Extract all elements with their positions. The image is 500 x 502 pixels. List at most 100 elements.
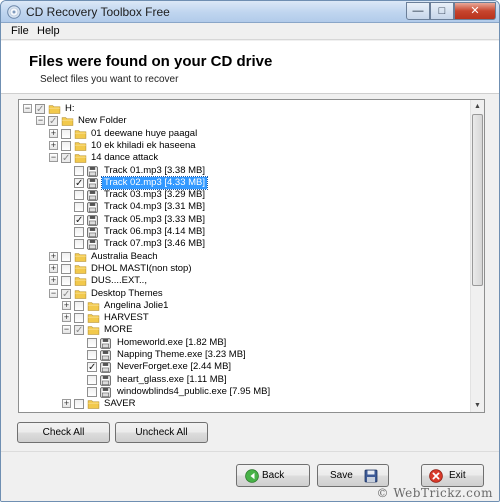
collapse-toggle[interactable]: − bbox=[36, 116, 45, 126]
menu-help[interactable]: Help bbox=[37, 25, 60, 37]
tree-checkbox[interactable]: ✓ bbox=[74, 177, 84, 188]
scroll-thumb[interactable] bbox=[472, 114, 483, 286]
file-disk-icon bbox=[87, 215, 98, 226]
tree-checkbox[interactable] bbox=[74, 190, 84, 201]
tree-file-row[interactable]: windowblinds4_public.exe [7.95 MB] bbox=[19, 386, 469, 398]
file-tree[interactable]: + SAVER windowblinds4_public.exe [7.95 MB]… bbox=[18, 99, 485, 413]
folder-icon bbox=[74, 142, 87, 151]
tree-file-row[interactable]: ✓ NeverForget.exe [2.44 MB] bbox=[19, 361, 469, 373]
tree-checkbox[interactable] bbox=[74, 239, 84, 250]
tree-checkbox[interactable] bbox=[74, 313, 84, 324]
tree-checkbox[interactable] bbox=[74, 165, 84, 176]
save-button-label: Save bbox=[330, 470, 353, 481]
scroll-up-button[interactable]: ▲ bbox=[471, 100, 484, 113]
collapse-toggle[interactable]: − bbox=[49, 288, 58, 298]
tree-checkbox[interactable] bbox=[74, 202, 84, 213]
expand-toggle[interactable]: + bbox=[49, 128, 58, 138]
tree-item-label: 14 dance attack bbox=[91, 152, 159, 164]
tree-file-row[interactable]: Track 01.mp3 [3.38 MB] bbox=[19, 165, 469, 177]
tree-checkbox[interactable] bbox=[74, 399, 84, 410]
folder-icon bbox=[74, 252, 87, 262]
expand-toggle[interactable]: + bbox=[49, 263, 58, 273]
tree-checkbox[interactable]: ✓ bbox=[48, 116, 58, 127]
expand-toggle[interactable]: + bbox=[62, 399, 71, 409]
tree-folder-row[interactable]: + SAVER bbox=[19, 398, 469, 410]
vertical-scrollbar[interactable]: ▲ ▼ bbox=[470, 100, 484, 412]
tree-checkbox[interactable] bbox=[61, 128, 71, 139]
tree-checkbox[interactable] bbox=[87, 374, 97, 385]
save-button[interactable]: Save bbox=[317, 464, 389, 487]
file-disk-icon bbox=[100, 374, 111, 386]
tree-folder-row[interactable]: +10 ek khiladi ek haseena bbox=[19, 140, 469, 152]
tree-folder-row[interactable]: +01 deewane huye paagal bbox=[19, 128, 469, 140]
tree-file-row[interactable]: ✓ Track 05.mp3 [3.33 MB] bbox=[19, 214, 469, 226]
tree-file-row[interactable]: Homeworld.exe [1.82 MB] bbox=[19, 337, 469, 349]
close-button[interactable]: ✕ bbox=[454, 2, 496, 20]
collapse-toggle[interactable]: − bbox=[23, 104, 32, 113]
tree-folder-row[interactable]: − ✓ 14 dance attack bbox=[19, 152, 469, 164]
folder-icon bbox=[87, 326, 100, 336]
tree-folder-row[interactable]: − ✓ H: bbox=[19, 103, 469, 115]
file-disk-icon bbox=[87, 178, 98, 189]
tree-item-label: Track 02.mp3 [4.33 MB] bbox=[100, 175, 209, 190]
uncheck-all-button[interactable]: Uncheck All bbox=[115, 422, 208, 443]
file-disk-icon bbox=[100, 387, 111, 398]
tree-checkbox[interactable]: ✓ bbox=[61, 288, 71, 299]
tree-item-label: heart_glass.exe [1.11 MB] bbox=[117, 373, 227, 385]
tree-item-label: Napping Theme.exe [3.23 MB] bbox=[117, 349, 246, 360]
tree-file-row[interactable]: Napping Theme.exe [3.23 MB] bbox=[19, 349, 469, 361]
tree-file-row[interactable]: ✓ Track 02.mp3 [4.33 MB] bbox=[19, 175, 469, 190]
tree-folder-row[interactable]: + Australia Beach bbox=[19, 251, 469, 263]
exit-icon bbox=[429, 469, 443, 483]
collapse-toggle[interactable]: − bbox=[62, 325, 71, 335]
tree-item-label: MORE bbox=[104, 324, 133, 336]
tree-checkbox[interactable] bbox=[87, 350, 97, 360]
tree-file-row[interactable]: Track 06.mp3 [4.14 MB] bbox=[19, 226, 469, 238]
tree-checkbox[interactable]: ✓ bbox=[87, 362, 97, 373]
file-disk-icon bbox=[87, 165, 98, 177]
tree-checkbox[interactable] bbox=[87, 337, 97, 348]
tree-checkbox[interactable] bbox=[61, 263, 71, 274]
back-button[interactable]: Back bbox=[236, 464, 310, 487]
maximize-button[interactable]: □ bbox=[430, 2, 454, 20]
tree-checkbox[interactable] bbox=[74, 300, 84, 311]
menu-file[interactable]: File bbox=[11, 25, 29, 37]
check-all-button[interactable]: Check All bbox=[17, 422, 110, 443]
exit-button[interactable]: Exit bbox=[421, 464, 484, 487]
tree-item-label: SAVER bbox=[104, 398, 136, 410]
tree-checkbox[interactable]: ✓ bbox=[74, 214, 84, 225]
tree-checkbox[interactable] bbox=[61, 276, 71, 287]
floppy-disk-icon bbox=[364, 469, 378, 483]
tree-item-label: DUS....EXT.., bbox=[91, 275, 147, 287]
minimize-button[interactable]: — bbox=[406, 2, 430, 20]
tree-checkbox[interactable] bbox=[87, 386, 97, 397]
tree-file-row[interactable]: heart_glass.exe [1.11 MB] bbox=[19, 374, 469, 386]
tree-checkbox[interactable]: ✓ bbox=[61, 153, 71, 164]
expand-toggle[interactable]: + bbox=[62, 300, 71, 310]
tree-folder-row[interactable]: + Angelina Jolie1 bbox=[19, 300, 469, 312]
tree-folder-row[interactable]: − ✓ Desktop Themes bbox=[19, 288, 469, 300]
collapse-toggle[interactable]: − bbox=[49, 153, 58, 163]
tree-folder-row[interactable]: − ✓ New Folder bbox=[19, 115, 469, 127]
expand-toggle[interactable]: + bbox=[62, 313, 71, 323]
tree-file-row[interactable]: Track 04.mp3 [3.31 MB] bbox=[19, 201, 469, 214]
tree-folder-row[interactable]: − ✓ MORE bbox=[19, 324, 469, 336]
tree-checkbox[interactable] bbox=[61, 140, 71, 151]
tree-checkbox[interactable] bbox=[61, 251, 71, 262]
tree-file-row[interactable]: Track 07.mp3 [3.46 MB] bbox=[19, 238, 469, 250]
title-bar[interactable]: CD Recovery Toolbox Free — □ ✕ bbox=[1, 1, 499, 23]
tree-file-row[interactable]: Track 03.mp3 [3.29 MB] bbox=[19, 189, 469, 201]
expand-toggle[interactable]: + bbox=[49, 251, 58, 261]
tree-checkbox[interactable] bbox=[74, 227, 84, 237]
expand-toggle[interactable]: + bbox=[49, 140, 58, 150]
tree-folder-row[interactable]: + DHOL MASTI(non stop) bbox=[19, 263, 469, 275]
watermark: © WebTrickz.com bbox=[376, 486, 493, 500]
folder-icon bbox=[48, 105, 61, 114]
scroll-down-button[interactable]: ▼ bbox=[471, 399, 484, 412]
tree-item-label: Track 04.mp3 [3.31 MB] bbox=[104, 201, 206, 213]
tree-checkbox[interactable]: ✓ bbox=[74, 325, 84, 336]
expand-toggle[interactable]: + bbox=[49, 276, 58, 286]
tree-folder-row[interactable]: + HARVEST bbox=[19, 312, 469, 324]
tree-folder-row[interactable]: + DUS....EXT.., bbox=[19, 275, 469, 287]
tree-checkbox[interactable]: ✓ bbox=[35, 104, 45, 115]
